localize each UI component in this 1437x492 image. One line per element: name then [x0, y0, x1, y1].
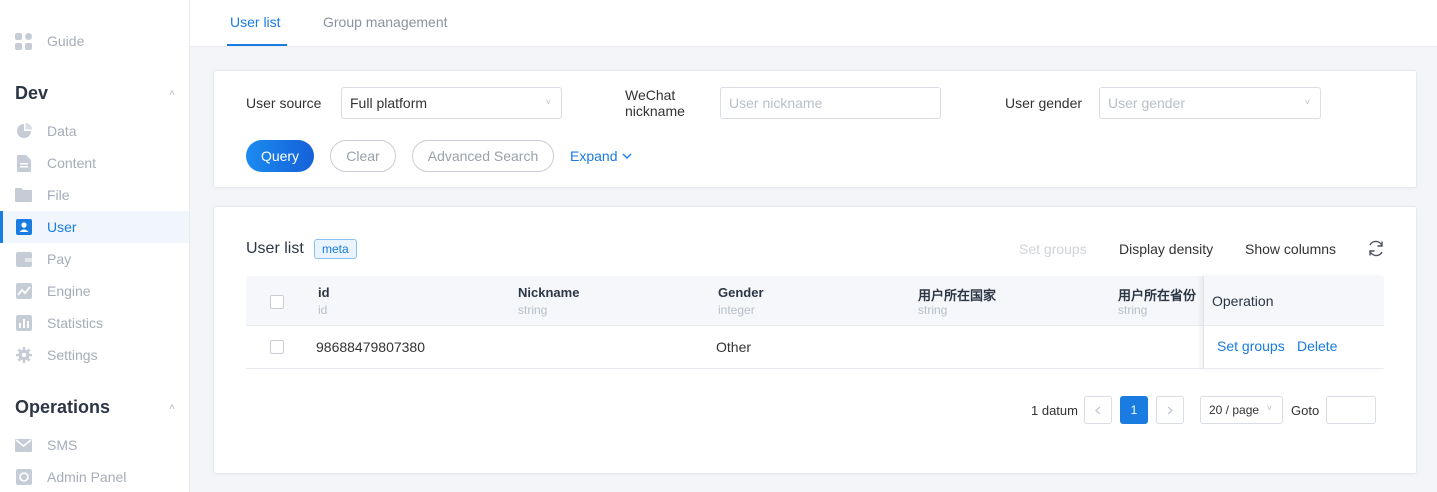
document-icon — [15, 154, 32, 172]
set-groups-toolbar-button[interactable]: Set groups — [1019, 241, 1087, 257]
sidebar-item-user[interactable]: User — [0, 211, 189, 243]
grid-icon — [15, 32, 32, 50]
column-type-country: string — [918, 303, 948, 317]
user-icon — [15, 219, 32, 236]
chevron-down-icon: ˅ — [545, 97, 551, 107]
expand-toggle[interactable]: Expand — [570, 148, 632, 164]
column-header-gender[interactable]: Gender — [718, 285, 764, 300]
list-title: User list — [246, 240, 304, 257]
total-count: 1 datum — [1031, 403, 1078, 418]
column-type-gender: integer — [718, 303, 755, 317]
section-operations[interactable]: Operations ˄ — [15, 397, 175, 418]
goto-label: Goto — [1291, 403, 1320, 418]
tab-user-list[interactable]: User list — [230, 14, 281, 30]
user-gender-label: User gender — [1005, 95, 1083, 111]
next-page-button[interactable] — [1156, 396, 1184, 424]
sidebar-item-label: User — [47, 219, 77, 235]
section-title: Dev — [15, 83, 49, 103]
user-source-select[interactable]: Full platform ˅ — [341, 87, 562, 119]
row-checkbox[interactable] — [270, 340, 284, 354]
sidebar-item-label: Admin Panel — [47, 469, 127, 485]
chevron-down-icon: ˅ — [1266, 403, 1272, 413]
sidebar-item-guide[interactable]: Guide — [0, 25, 189, 57]
chevron-left-icon — [1095, 406, 1101, 414]
mail-icon — [15, 437, 32, 454]
sidebar-item-sms[interactable]: SMS — [0, 429, 189, 461]
sidebar-item-content[interactable]: Content — [0, 147, 189, 179]
page-1-button[interactable]: 1 — [1120, 396, 1148, 424]
pie-chart-icon — [15, 123, 32, 140]
label-line: nickname — [625, 103, 685, 119]
column-header-id[interactable]: id — [318, 285, 330, 300]
column-header-country[interactable]: 用户所在国家 — [918, 285, 996, 304]
sidebar-item-label: Data — [47, 123, 77, 139]
section-dev[interactable]: Dev ˄ — [15, 83, 175, 104]
wechat-nickname-input[interactable]: User nickname — [720, 87, 941, 119]
wallet-icon — [15, 251, 32, 268]
panel-icon — [15, 469, 32, 486]
display-density-button[interactable]: Display density — [1119, 241, 1213, 257]
folder-icon — [15, 187, 32, 204]
user-source-value: Full platform — [350, 95, 428, 111]
sidebar-item-label: Pay — [47, 251, 72, 267]
trend-chart-icon — [15, 283, 32, 300]
column-type-nickname: string — [518, 303, 548, 317]
sidebar-item-pay[interactable]: Pay — [0, 243, 189, 275]
cell-gender: Other — [716, 339, 752, 355]
sidebar-item-engine[interactable]: Engine — [0, 275, 189, 307]
operation-column: Operation Set groups Delete — [1203, 276, 1384, 369]
sidebar: Guide Dev ˄ Data Content File User Pay E… — [0, 0, 190, 492]
label-line: WeChat — [625, 87, 676, 103]
column-type-id: id — [318, 303, 328, 317]
expand-label: Expand — [570, 148, 618, 164]
sidebar-item-label: SMS — [47, 437, 78, 453]
column-header-province[interactable]: 用户所在省份 — [1118, 285, 1196, 304]
sidebar-item-label: Engine — [47, 283, 91, 299]
chevron-down-icon: ˅ — [1304, 97, 1310, 107]
column-header-nickname[interactable]: Nickname — [518, 285, 579, 300]
sidebar-item-admin-panel[interactable]: Admin Panel — [0, 461, 189, 492]
select-placeholder: User gender — [1108, 95, 1186, 111]
chevron-down-icon — [622, 153, 632, 159]
gear-icon — [15, 347, 32, 364]
query-button[interactable]: Query — [246, 140, 314, 172]
page-size-value: 20 / page — [1209, 403, 1260, 417]
sidebar-item-data[interactable]: Data — [0, 115, 189, 147]
bar-chart-icon — [15, 315, 32, 332]
column-type-province: string — [1118, 303, 1148, 317]
goto-page-input[interactable] — [1326, 396, 1376, 424]
operation-header: Operation — [1212, 293, 1274, 309]
sidebar-item-label: Content — [47, 155, 97, 171]
sidebar-item-statistics[interactable]: Statistics — [0, 307, 189, 339]
prev-page-button[interactable] — [1084, 396, 1112, 424]
active-tab-indicator — [227, 44, 287, 46]
user-source-label: User source — [246, 95, 322, 111]
sidebar-item-settings[interactable]: Settings — [0, 339, 189, 371]
row-set-groups-link[interactable]: Set groups — [1217, 338, 1285, 354]
chevron-up-icon: ˄ — [169, 88, 175, 99]
meta-badge: meta — [314, 239, 357, 259]
input-placeholder: User nickname — [729, 95, 823, 111]
refresh-icon[interactable] — [1367, 240, 1385, 257]
clear-button[interactable]: Clear — [330, 140, 396, 172]
user-gender-select[interactable]: User gender ˅ — [1099, 87, 1321, 119]
wechat-nickname-label: WeChat nickname — [625, 87, 685, 119]
page-size-select[interactable]: 20 / page ˅ — [1200, 396, 1283, 424]
sidebar-item-file[interactable]: File — [0, 179, 189, 211]
sidebar-item-label: Guide — [47, 33, 85, 49]
chevron-right-icon — [1167, 406, 1173, 414]
select-all-checkbox[interactable] — [270, 295, 284, 309]
cell-id: 98688479807380 — [316, 339, 426, 355]
tab-bar: User list Group management — [190, 0, 1437, 47]
section-title: Operations — [15, 397, 111, 417]
advanced-search-button[interactable]: Advanced Search — [412, 140, 554, 172]
chevron-up-icon: ˄ — [169, 402, 175, 413]
show-columns-button[interactable]: Show columns — [1245, 241, 1336, 257]
sidebar-item-label: Settings — [47, 347, 98, 363]
tab-group-management[interactable]: Group management — [323, 14, 448, 30]
row-delete-link[interactable]: Delete — [1297, 338, 1337, 354]
sidebar-item-label: File — [47, 187, 70, 203]
sidebar-item-label: Statistics — [47, 315, 104, 331]
